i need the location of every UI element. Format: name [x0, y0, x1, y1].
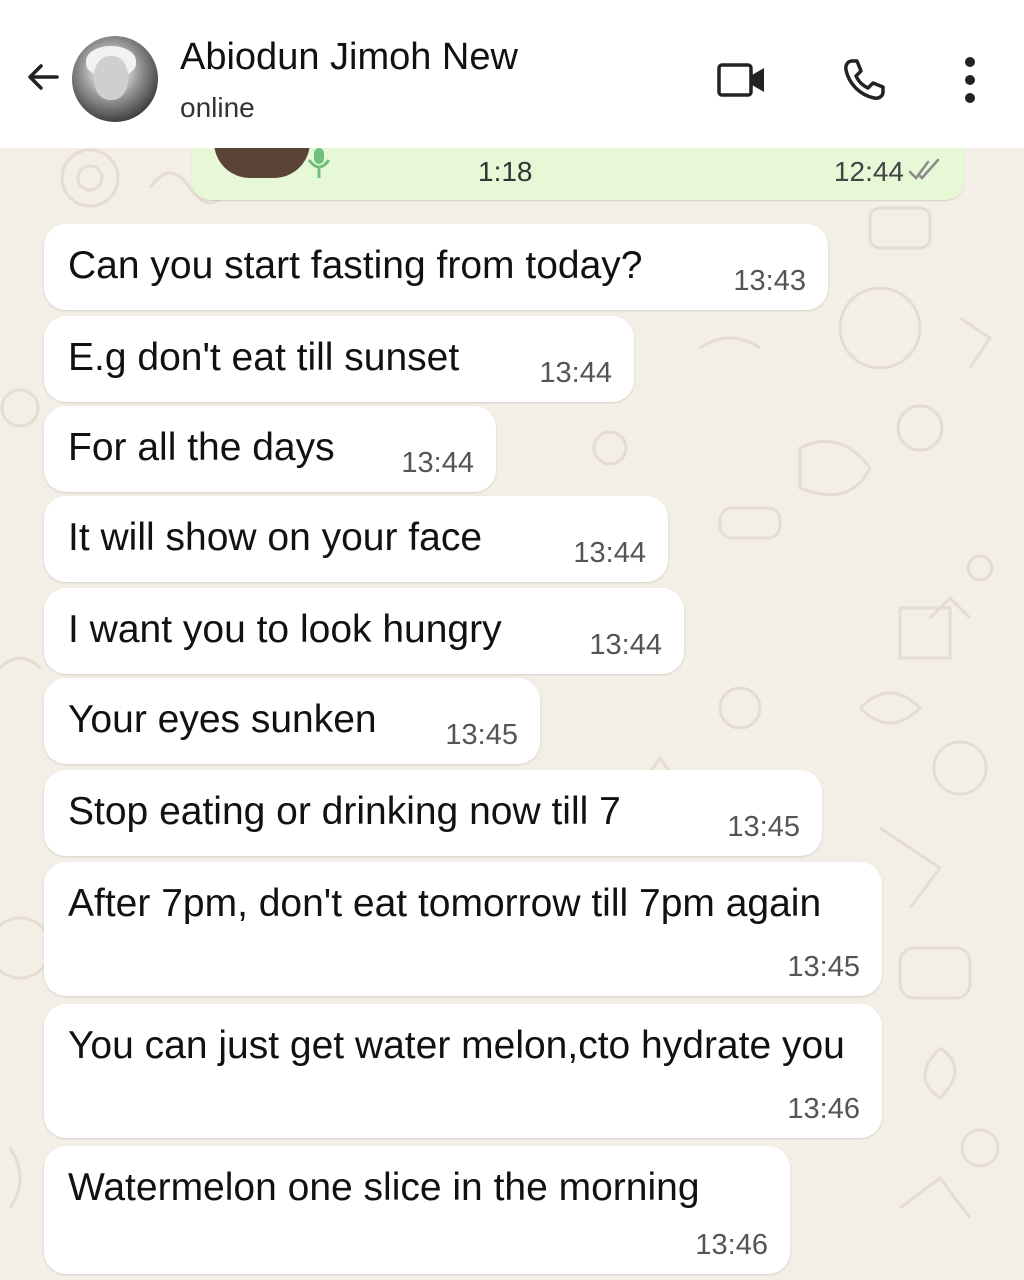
message-text: It will show on your face: [68, 516, 483, 559]
voice-note-duration: 1:18: [478, 156, 533, 187]
message-text: Can you start fasting from today?: [68, 244, 643, 287]
message-bubble[interactable]: Can you start fasting from today? 13:43: [44, 224, 828, 310]
video-call-icon: [717, 63, 764, 97]
message-bubble[interactable]: It will show on your face 13:44: [44, 496, 668, 582]
voice-note-bubble[interactable]: 1:18 12:44: [192, 142, 964, 200]
message-time: 13:44: [589, 629, 662, 661]
message-text: You can just get water melon,cto hydrate…: [68, 1024, 845, 1067]
message-text: For all the days: [68, 426, 335, 469]
back-arrow-icon: [28, 64, 59, 90]
message-time: 13:45: [787, 951, 860, 983]
message-text: I want you to look hungry: [68, 608, 502, 651]
message-text: E.g don't eat till sunset: [68, 336, 460, 379]
message-bubble[interactable]: For all the days 13:44: [44, 406, 496, 492]
video-call-button[interactable]: [712, 50, 772, 110]
message-time: 13:45: [445, 719, 518, 751]
voice-call-button[interactable]: [834, 50, 894, 110]
more-icon: [965, 57, 975, 103]
message-bubble[interactable]: Watermelon one slice in the morning 13:4…: [44, 1146, 790, 1274]
message-bubble[interactable]: You can just get water melon,cto hydrate…: [44, 1004, 882, 1138]
contact-name[interactable]: Abiodun Jimoh New: [180, 36, 518, 79]
microphone-icon: [307, 148, 331, 178]
message-bubble[interactable]: After 7pm, don't eat tomorrow till 7pm a…: [44, 862, 882, 996]
contact-avatar[interactable]: [72, 36, 158, 122]
message-bubble[interactable]: Your eyes sunken 13:45: [44, 678, 540, 764]
message-text: After 7pm, don't eat tomorrow till 7pm a…: [68, 882, 822, 925]
back-button[interactable]: [18, 52, 68, 102]
message-text: Your eyes sunken: [68, 698, 377, 741]
voice-note-time: 12:44: [833, 156, 904, 187]
more-options-button[interactable]: [940, 50, 1000, 110]
message-time: 13:43: [733, 265, 806, 297]
message-time: 13:46: [787, 1093, 860, 1125]
message-time: 13:45: [727, 811, 800, 843]
message-bubble[interactable]: Stop eating or drinking now till 7 13:45: [44, 770, 822, 856]
message-time: 13:44: [401, 447, 474, 479]
message-bubble[interactable]: I want you to look hungry 13:44: [44, 588, 684, 674]
message-bubble[interactable]: E.g don't eat till sunset 13:44: [44, 316, 634, 402]
message-text: Stop eating or drinking now till 7: [68, 790, 621, 833]
double-check-icon: [908, 158, 940, 180]
message-time: 13:46: [695, 1229, 768, 1261]
message-text: Watermelon one slice in the morning: [68, 1166, 700, 1209]
contact-status: online: [180, 92, 255, 123]
message-time: 13:44: [539, 357, 612, 389]
message-time: 13:44: [573, 537, 646, 569]
chat-header: Abiodun Jimoh New online: [0, 0, 1024, 148]
phone-icon: [844, 59, 885, 100]
